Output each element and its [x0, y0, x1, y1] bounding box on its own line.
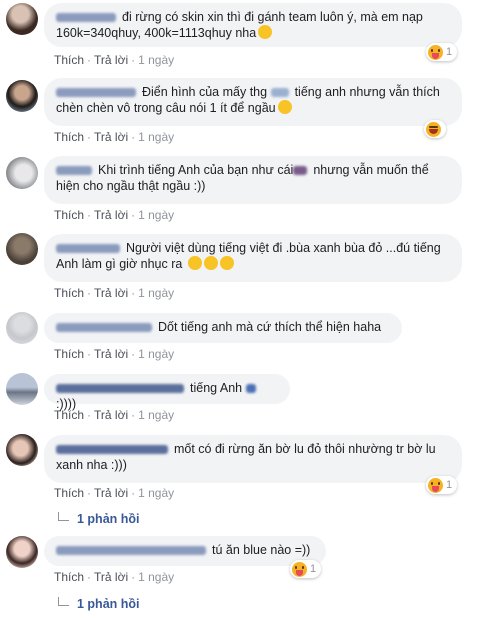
reaction-count: 1 [310, 563, 317, 575]
like-link[interactable]: Thích [54, 408, 84, 422]
reply-link[interactable]: Trả lời [94, 286, 128, 300]
avatar[interactable] [6, 312, 38, 344]
smile-emoji-icon [258, 25, 273, 39]
author-name[interactable] [56, 88, 136, 98]
comment-actions: Thích · Trả lời · 1 ngày [54, 408, 175, 422]
reply-arrow-icon [58, 597, 69, 606]
comment-actions: Thích · Trả lời · 1 ngày [54, 286, 175, 300]
timestamp[interactable]: 1 ngày [138, 130, 174, 144]
laugh-emoji-icon [426, 121, 441, 137]
comment-text: tiếng Anh [190, 381, 243, 395]
redacted-word [293, 166, 308, 176]
author-name[interactable] [56, 445, 168, 455]
reply-link[interactable]: Trả lời [94, 208, 128, 222]
reaction-summary[interactable]: 1 [426, 476, 458, 494]
avatar[interactable] [6, 80, 38, 112]
tongue-emoji-icon [428, 477, 443, 493]
timestamp[interactable]: 1 ngày [138, 208, 174, 222]
author-name[interactable] [56, 323, 152, 333]
reaction-summary[interactable]: 1 [426, 43, 458, 61]
avatar[interactable] [6, 536, 38, 568]
author-name[interactable] [56, 13, 116, 23]
author-name[interactable] [56, 546, 206, 556]
avatar[interactable] [6, 157, 38, 189]
avatar[interactable] [6, 233, 38, 265]
comment-text: Dốt tiếng anh mà cứ thích thể hiện haha [158, 320, 382, 334]
reaction-count: 1 [446, 479, 453, 491]
reply-link[interactable]: Trả lời [94, 347, 128, 361]
avatar[interactable] [6, 373, 38, 405]
comment-bubble: Khi trình tiếng Anh của bạn như cái nhưng… [44, 156, 462, 204]
comment-bubble: mốt có đi rừng ăn bờ lu đỏ thôi nhường t… [44, 435, 462, 483]
comment-actions: Thích · Trả lời · 1 ngày [54, 208, 175, 222]
avatar[interactable] [6, 434, 38, 466]
author-name[interactable] [56, 244, 120, 254]
timestamp[interactable]: 1 ngày [138, 408, 174, 422]
view-replies-link[interactable]: 1 phản hồi [58, 512, 140, 526]
author-name[interactable] [56, 384, 184, 394]
reply-link[interactable]: Trả lời [94, 53, 128, 67]
timestamp[interactable]: 1 ngày [138, 347, 174, 361]
comment-text: Khi trình tiếng Anh của bạn như cái [98, 163, 294, 177]
reaction-summary[interactable]: 1 [290, 560, 322, 578]
like-link[interactable]: Thích [54, 570, 84, 584]
smile-emoji-icon [277, 100, 292, 114]
pensive-emoji-icon [219, 256, 234, 270]
tongue-emoji-icon [292, 561, 307, 577]
comment-text: Điển hình của mấy thg [142, 85, 268, 99]
view-replies-link[interactable]: 1 phản hồi [58, 597, 140, 611]
comment-text: tú ăn blue nào =)) [212, 543, 311, 557]
like-link[interactable]: Thích [54, 347, 84, 361]
timestamp[interactable]: 1 ngày [138, 486, 174, 500]
timestamp[interactable]: 1 ngày [138, 570, 174, 584]
like-link[interactable]: Thích [54, 286, 84, 300]
comment-actions: Thích · Trả lời · 1 ngày [54, 347, 175, 361]
like-link[interactable]: Thích [54, 130, 84, 144]
reaction-count: 1 [446, 46, 453, 58]
comment-bubble: Người việt dùng tiếng việt đi .bùa xanh … [44, 234, 462, 282]
comment-bubble: tiếng Anh :)))) [44, 374, 290, 411]
comment-actions: Thích · Trả lời · 1 ngày [54, 486, 175, 500]
author-name[interactable] [56, 166, 92, 176]
redacted-word [245, 384, 256, 394]
like-link[interactable]: Thích [54, 53, 84, 67]
reaction-summary[interactable] [424, 120, 446, 138]
reply-link[interactable]: Trả lời [94, 570, 128, 584]
comment-bubble: tú ăn blue nào =)) [44, 536, 326, 566]
comment-actions: Thích · Trả lời · 1 ngày [54, 53, 175, 67]
tongue-emoji-icon [428, 44, 443, 60]
comment-bubble: Dốt tiếng anh mà cứ thích thể hiện haha [44, 313, 402, 343]
pensive-emoji-icon [203, 256, 218, 270]
comment-bubble: Điển hình của mấy thg tiếng anh nhưng vẫ… [44, 78, 462, 126]
reply-link[interactable]: Trả lời [94, 486, 128, 500]
like-link[interactable]: Thích [54, 208, 84, 222]
reply-link[interactable]: Trả lời [94, 130, 128, 144]
timestamp[interactable]: 1 ngày [138, 286, 174, 300]
redacted-word [270, 88, 289, 98]
pensive-emoji-icon [187, 256, 202, 270]
reply-link[interactable]: Trả lời [94, 408, 128, 422]
reply-arrow-icon [58, 512, 69, 521]
like-link[interactable]: Thích [54, 486, 84, 500]
avatar[interactable] [6, 3, 38, 35]
comment-bubble: đi rừng có skin xin thì đi gánh team luô… [44, 3, 462, 47]
comment-actions: Thích · Trả lời · 1 ngày [54, 570, 175, 584]
comment-actions: Thích · Trả lời · 1 ngày [54, 130, 175, 144]
timestamp[interactable]: 1 ngày [138, 53, 174, 67]
